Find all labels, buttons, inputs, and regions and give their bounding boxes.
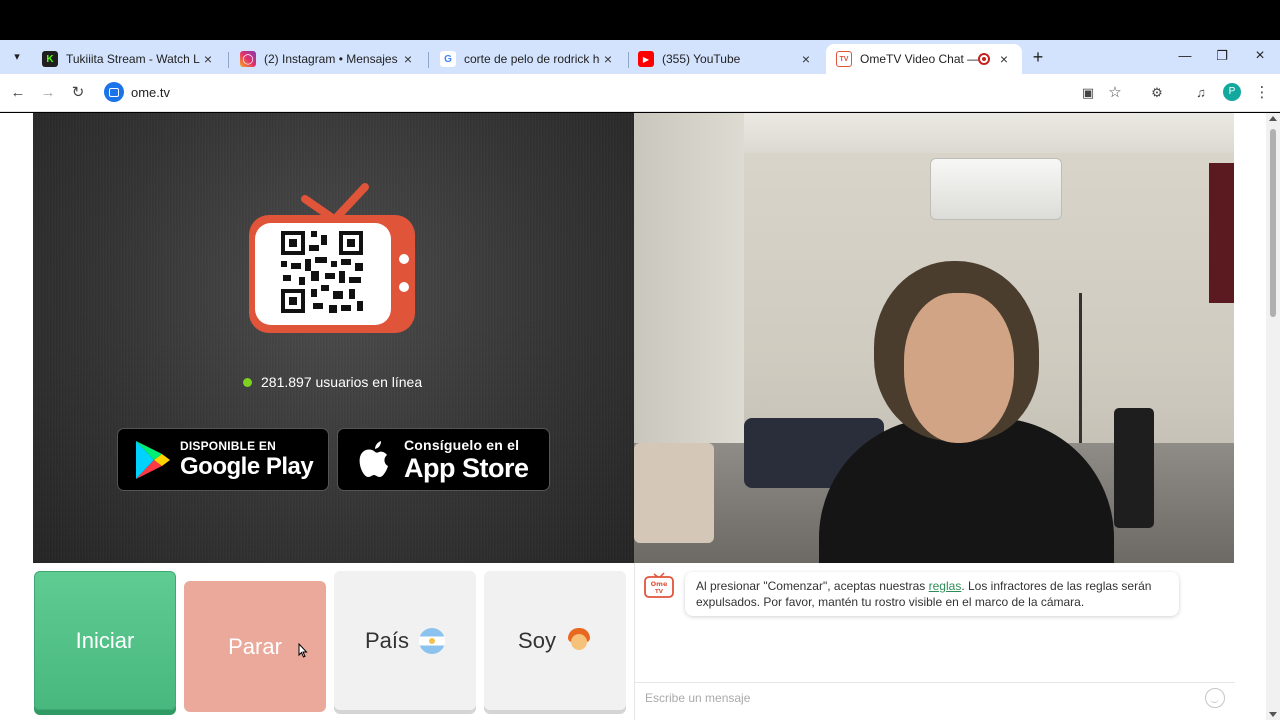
app-store-badge[interactable]: Consíguelo en el App Store xyxy=(337,428,550,491)
chat-logo-text-top: Ome xyxy=(651,580,668,588)
tab-title: OmeTV Video Chat — Ome xyxy=(860,52,978,66)
screen-top-black-bar xyxy=(0,0,1280,40)
camera-mic-stand xyxy=(1079,293,1082,443)
site-info-icon[interactable] xyxy=(104,82,124,102)
ometv-qr-tv-logo xyxy=(249,183,415,333)
tab-ometv[interactable]: TV OmeTV Video Chat — Ome × xyxy=(826,44,1022,74)
tab-separator xyxy=(228,52,229,68)
chat-logo-text-bottom: TV xyxy=(655,589,664,595)
menu-kebab-icon[interactable]: ⋮ xyxy=(1252,83,1272,103)
close-tab-icon[interactable]: × xyxy=(798,51,814,67)
tab-instagram[interactable]: ◯ (2) Instagram • Mensajes × xyxy=(230,44,426,74)
address-bar: ← → ↻ ome.tv ▣ ☆ ⚙ ♫ P ⋮ xyxy=(0,74,1280,112)
recording-icon xyxy=(978,53,990,65)
install-app-icon[interactable]: ▣ xyxy=(1078,83,1098,103)
app-store-big-text: App Store xyxy=(404,452,529,483)
emoji-smiley-icon[interactable] xyxy=(1205,688,1225,708)
back-arrow-icon[interactable]: ← xyxy=(8,83,28,103)
camera-chair xyxy=(1114,408,1154,528)
google-play-big-text: Google Play xyxy=(180,453,314,480)
tv-static-noise xyxy=(33,113,634,563)
minimize-icon[interactable]: — xyxy=(1175,46,1195,66)
close-tab-icon[interactable]: × xyxy=(996,51,1012,67)
tab-title: (2) Instagram • Mensajes xyxy=(264,52,398,66)
tab-title: corte de pelo de rodrick heffley xyxy=(464,52,600,66)
camera-red-shelf xyxy=(1209,163,1234,303)
mouse-pointer-icon xyxy=(298,643,308,658)
google-play-small-text: DISPONIBLE EN xyxy=(180,439,276,453)
close-tab-icon[interactable]: × xyxy=(200,51,216,67)
tab-youtube[interactable]: ▶ (355) YouTube × xyxy=(628,44,824,74)
camera-person-face xyxy=(904,293,1014,443)
notice-text-before: Al presionar "Comenzar", aceptas nuestra… xyxy=(696,579,929,593)
reload-icon[interactable]: ↻ xyxy=(68,83,88,103)
url-text[interactable]: ome.tv xyxy=(131,85,170,100)
system-notice-bubble: Al presionar "Comenzar", aceptas nuestra… xyxy=(685,572,1179,616)
restore-icon[interactable]: ❐ xyxy=(1212,46,1232,66)
app-store-small-text: Consíguelo en el xyxy=(404,436,520,453)
online-users-counter: 281.897 usuarios en línea xyxy=(243,374,422,390)
google-icon: G xyxy=(440,51,456,67)
instagram-icon: ◯ xyxy=(240,51,256,67)
gender-button-label: Soy xyxy=(518,627,556,653)
tab-search-chevron-icon[interactable]: ▾ xyxy=(8,48,26,66)
camera-air-conditioner xyxy=(930,158,1062,220)
start-button-label: Iniciar xyxy=(75,627,135,653)
tab-title: (355) YouTube xyxy=(662,52,741,66)
close-window-icon[interactable]: × xyxy=(1250,46,1270,66)
tab-title: Tukiiita Stream - Watch Live on xyxy=(66,52,200,66)
argentina-flag-icon xyxy=(419,627,446,654)
scroll-down-arrow-icon[interactable] xyxy=(1269,712,1277,717)
new-tab-button[interactable]: + xyxy=(1030,47,1046,67)
youtube-icon: ▶ xyxy=(638,51,654,67)
online-users-text: 281.897 usuarios en línea xyxy=(261,374,423,390)
scrollbar-thumb[interactable] xyxy=(1270,129,1276,317)
message-input-placeholder: Escribe un mensaje xyxy=(645,691,751,705)
apple-logo-icon xyxy=(359,440,388,477)
partner-video-static-panel: 281.897 usuarios en línea DISPONIBLE EN … xyxy=(33,113,634,563)
close-tab-icon[interactable]: × xyxy=(600,51,616,67)
browser-tab-strip: ▾ K Tukiiita Stream - Watch Live on × ◯ … xyxy=(0,40,1280,74)
scroll-up-arrow-icon[interactable] xyxy=(1269,116,1277,121)
google-play-badge[interactable]: DISPONIBLE EN Google Play xyxy=(117,428,329,491)
google-play-triangle-icon xyxy=(136,440,170,479)
chat-panel: Ome TV Al presionar "Comenzar", aceptas … xyxy=(634,563,1235,720)
media-controls-icon[interactable]: ♫ xyxy=(1191,83,1211,103)
country-button-label: País xyxy=(364,627,410,653)
stop-button-label: Parar xyxy=(228,633,282,659)
tab-separator xyxy=(428,52,429,68)
start-button[interactable]: Iniciar xyxy=(34,571,176,710)
self-camera-video xyxy=(634,113,1234,563)
message-input-area[interactable]: Escribe un mensaje xyxy=(635,682,1235,720)
ometv-chat-logo-icon: Ome TV xyxy=(644,572,674,598)
online-status-dot xyxy=(243,377,252,387)
extensions-puzzle-icon[interactable]: ⚙ xyxy=(1147,83,1167,103)
ometv-icon: TV xyxy=(836,51,852,67)
profile-avatar[interactable]: P xyxy=(1223,83,1241,101)
country-filter-button[interactable]: País xyxy=(334,571,476,710)
forward-arrow-icon[interactable]: → xyxy=(38,83,58,103)
boy-avatar-icon xyxy=(566,627,592,654)
tab-google[interactable]: G corte de pelo de rodrick heffley × xyxy=(430,44,626,74)
camera-pillow-light xyxy=(634,443,714,543)
close-tab-icon[interactable]: × xyxy=(400,51,416,67)
rules-link[interactable]: reglas xyxy=(929,579,962,593)
bookmark-star-icon[interactable]: ☆ xyxy=(1105,83,1125,103)
tab-kick[interactable]: K Tukiiita Stream - Watch Live on × xyxy=(32,44,226,74)
gender-select-button[interactable]: Soy xyxy=(484,571,626,710)
kick-icon: K xyxy=(42,51,58,67)
page-scrollbar[interactable] xyxy=(1266,113,1280,720)
